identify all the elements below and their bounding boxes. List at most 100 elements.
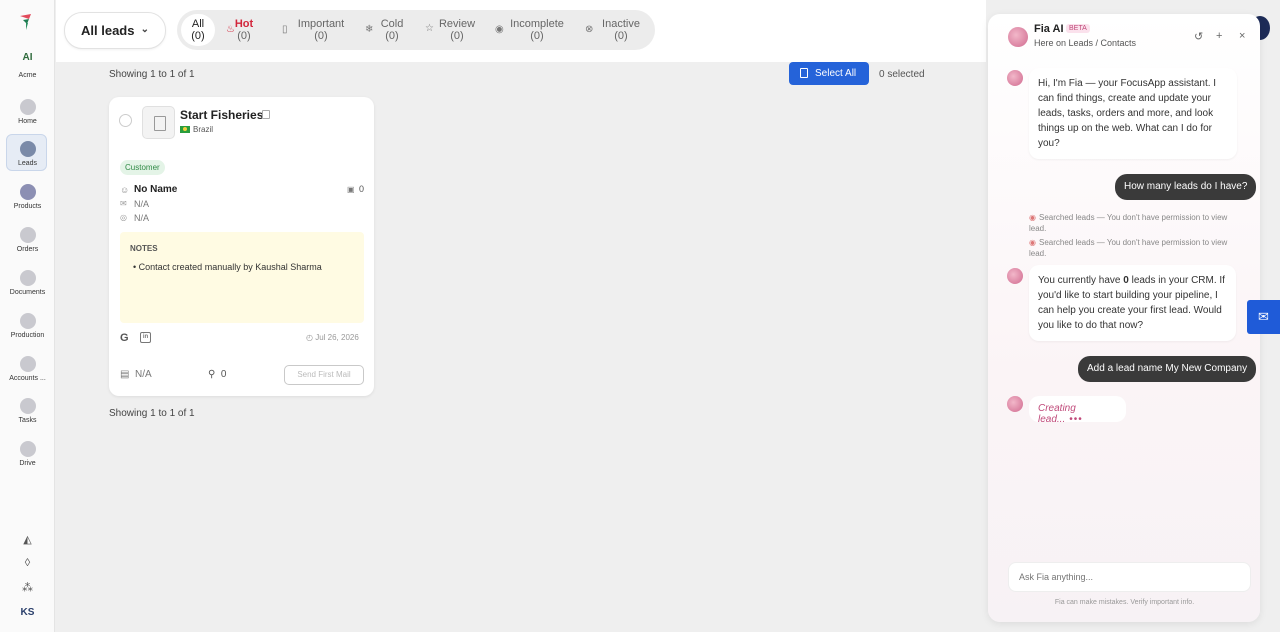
nav-label: Production [10, 332, 45, 339]
tab-label: All [191, 18, 205, 30]
pagination-summary: Showing 1 to 1 of 1 [109, 69, 195, 80]
tool-call-status: ◉ Searched leads — You don't have permiss… [1029, 212, 1234, 234]
mail-icon[interactable]: ✉ [1247, 300, 1280, 334]
linkedin-icon[interactable]: in [140, 332, 151, 343]
accounts-icon [19, 356, 36, 372]
flame-icon: ♨ [226, 24, 235, 35]
megaphone-icon[interactable]: ◭ [0, 533, 55, 546]
tab-review[interactable]: ☆ Review (0) [423, 14, 477, 46]
nav-label: Orders [16, 246, 39, 253]
tab-label: Important [297, 18, 345, 30]
building-icon [142, 106, 175, 139]
nav-label: Leads [17, 160, 38, 167]
home-icon [19, 99, 36, 115]
upload-icon [19, 441, 36, 457]
view-label: All leads [81, 23, 135, 38]
nav-orders[interactable]: Orders [0, 227, 55, 253]
documents-icon [19, 270, 36, 286]
assistant-title: Fia AI [1034, 23, 1064, 35]
team-icon[interactable]: ⁂ [0, 581, 55, 594]
document-value: N/A [135, 369, 152, 380]
disclaimer: Fia can make mistakes. Verify important … [1054, 599, 1195, 606]
nav-label: Tasks [18, 417, 37, 424]
company-name[interactable]: Start Fisheries [180, 108, 263, 122]
document-info: ▤ N/A [120, 369, 152, 380]
history-icon[interactable]: ↺ [1194, 30, 1203, 43]
attachment-count: 0 [220, 369, 227, 380]
tool-call-text: Searched leads — You don't have permissi… [1029, 238, 1228, 258]
snowflake-icon: ❄ [365, 24, 374, 35]
status-badge: Customer [120, 160, 165, 175]
chat-input[interactable] [1008, 562, 1251, 592]
fia-avatar [1007, 396, 1023, 412]
workspace-avatar[interactable]: AI [0, 52, 55, 63]
tab-label: Incomplete [510, 18, 564, 30]
tab-incomplete[interactable]: ◉ Incomplete (0) [493, 14, 567, 46]
workspace-name: Acme [18, 72, 37, 79]
typing-dots-icon: ••• [1069, 414, 1083, 425]
message-text: You currently have [1038, 275, 1124, 286]
contact-email: N/A [134, 199, 150, 209]
tab-all[interactable]: All (0) [181, 14, 215, 46]
nav-home[interactable]: Home [0, 99, 55, 125]
user-message: Add a lead name My New Company [1078, 356, 1257, 382]
tab-count: (0) [191, 30, 205, 42]
company-country: Brazil [193, 125, 214, 134]
brazil-flag-icon [180, 126, 190, 133]
assistant-message: You currently have 0 leads in your CRM. … [1029, 265, 1236, 341]
copy-icon[interactable] [262, 110, 270, 119]
left-navigation: AI Acme Home Leads Products Orders Docum… [0, 0, 55, 632]
new-chat-icon[interactable]: + [1216, 30, 1222, 42]
select-all-label: Select All [815, 68, 857, 79]
nav-accounts[interactable]: Accounts ... [0, 356, 55, 382]
notes-panel: NOTES • Contact created manually by Kaus… [120, 232, 364, 323]
chevron-down-icon: ⌄ [140, 24, 149, 35]
fia-avatar [1007, 70, 1023, 86]
tab-count: (0) [530, 30, 544, 42]
user-avatar[interactable]: KS [0, 607, 55, 618]
nav-label: Home [18, 118, 37, 125]
deal-count: 0 [359, 184, 365, 194]
tab-important[interactable]: ▯ Important (0) [279, 14, 349, 46]
nav-documents[interactable]: Documents [0, 270, 55, 296]
tool-call-text: Searched leads — You don't have permissi… [1029, 213, 1228, 233]
contact-name: No Name [134, 184, 178, 195]
view-selector[interactable]: All leads ⌄ [64, 12, 166, 49]
selected-count: 0 selected [879, 69, 925, 80]
pagination-summary-bottom: Showing 1 to 1 of 1 [109, 408, 195, 419]
tab-cold[interactable]: ❄ Cold (0) [363, 14, 407, 46]
tab-inactive[interactable]: ⊗ Inactive (0) [583, 14, 645, 46]
creating-status: Creating lead... ••• [1029, 396, 1126, 425]
nav-tasks[interactable]: Tasks [0, 398, 55, 424]
nav-label: Products [13, 203, 42, 210]
nav-leads[interactable]: Leads [0, 134, 55, 171]
app-logo[interactable] [17, 11, 37, 31]
fia-avatar [1008, 27, 1028, 47]
clipboard-icon [800, 68, 808, 78]
send-first-mail-button[interactable]: Send First Mail [284, 365, 364, 385]
close-icon[interactable]: × [1239, 30, 1245, 42]
bookmark-icon: ▯ [282, 24, 288, 35]
circle-x-icon: ⊗ [585, 24, 594, 35]
tab-hot[interactable]: ♨ Hot (0) [223, 14, 265, 46]
orders-icon [19, 227, 36, 243]
select-lead-checkbox[interactable] [119, 114, 132, 127]
mail-icon: ✉ [120, 199, 127, 208]
lead-card[interactable]: Start Fisheries Brazil Customer ☺ No Nam… [109, 97, 374, 396]
google-icon[interactable]: G [120, 332, 129, 344]
date-text: Jul 26, 2026 [315, 333, 359, 342]
products-icon [19, 184, 36, 200]
bell-icon[interactable]: ◊ [0, 557, 55, 569]
lead-filter-tabs: All (0) ♨ Hot (0) ▯ Important (0) ❄ Cold (0) ☆ R… [177, 10, 655, 50]
nav-production[interactable]: Production [0, 313, 55, 339]
notes-header: NOTES [130, 244, 158, 253]
select-all-button[interactable]: Select All [789, 62, 869, 85]
nav-products[interactable]: Products [0, 184, 55, 210]
user-message: How many leads do I have? [1115, 174, 1257, 200]
circle-user-icon: ◉ [495, 24, 504, 35]
leads-icon [19, 141, 36, 157]
paperclip-icon: ⚲ [208, 369, 216, 380]
assistant-message: Hi, I'm Fia — your FocusApp assistant. I… [1029, 68, 1237, 159]
nav-drive[interactable]: Drive [0, 441, 55, 467]
attachments[interactable]: ⚲ 0 [208, 369, 226, 380]
